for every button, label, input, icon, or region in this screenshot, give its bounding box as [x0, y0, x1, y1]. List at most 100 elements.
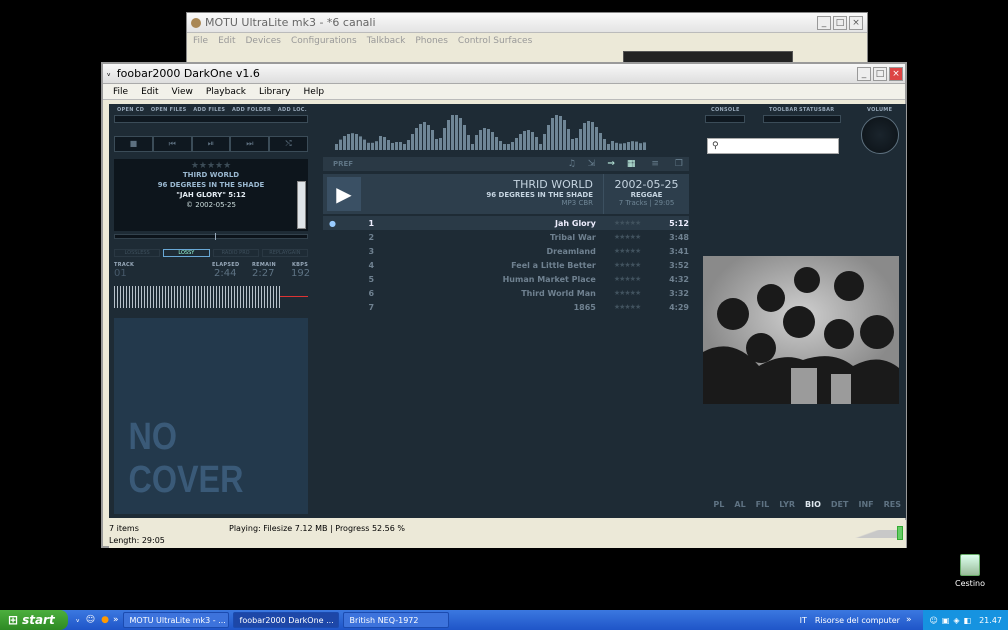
seek-handle[interactable]	[215, 233, 216, 240]
close-button[interactable]: ×	[849, 15, 863, 30]
open-files-button[interactable]: OPEN FILES	[151, 107, 187, 113]
nav-al[interactable]: AL	[734, 500, 745, 509]
track-rating[interactable]: ★★★★★	[614, 247, 652, 255]
rating-stars[interactable]: ★★★★★	[114, 161, 308, 171]
maximize-button[interactable]: □	[873, 66, 887, 81]
quicklaunch-more-icon[interactable]: »	[113, 615, 119, 625]
previous-button[interactable]: ⏮	[152, 136, 192, 152]
task-motu[interactable]: MOTU UltraLite mk3 - ...	[122, 612, 229, 628]
window-icon[interactable]: ❐	[675, 159, 683, 169]
nav-pl[interactable]: PL	[713, 500, 724, 509]
list-icon[interactable]: ≡	[651, 159, 659, 169]
nav-fil[interactable]: FIL	[756, 500, 770, 509]
nav-res[interactable]: RES	[884, 500, 901, 509]
add-location-button[interactable]: ADD LOC.	[278, 107, 307, 113]
add-folder-button[interactable]: ADD FOLDER	[232, 107, 271, 113]
tray-security-icon[interactable]: ◈	[953, 616, 959, 625]
minimize-button[interactable]: _	[817, 15, 831, 30]
motu-menu-talkback[interactable]: Talkback	[367, 36, 406, 46]
pref-button[interactable]: PREF	[333, 160, 353, 168]
now-playing-indicator-icon: ●	[329, 218, 336, 228]
track-rating[interactable]: ★★★★★	[614, 289, 652, 297]
search-input[interactable]: ⚲	[707, 138, 839, 154]
track-row[interactable]: 4 Feel a Little Better ★★★★★ 3:52	[323, 258, 689, 272]
track-row[interactable]: 7 1865 ★★★★★ 4:29	[323, 300, 689, 314]
motu-menu-edit[interactable]: Edit	[218, 36, 235, 46]
motu-menu-phones[interactable]: Phones	[415, 36, 448, 46]
console-bar[interactable]	[705, 115, 745, 123]
tray-alien-icon[interactable]: ☺	[929, 616, 937, 625]
seek-bar[interactable]	[114, 233, 308, 240]
arrow-right-icon[interactable]: ⇒	[607, 159, 615, 169]
toolbar-button[interactable]: TOOLBAR	[769, 107, 798, 113]
console-button[interactable]: CONSOLE	[711, 107, 740, 113]
play-album-button[interactable]: ▶	[327, 177, 361, 211]
track-length: 5:12	[669, 218, 689, 228]
volume-slider[interactable]	[841, 530, 897, 538]
track-row[interactable]: 5 Human Market Place ★★★★★ 4:32	[323, 272, 689, 286]
start-button[interactable]: ⊞ start	[0, 610, 68, 630]
tab-lossy[interactable]: LOSSY	[163, 249, 210, 257]
music-icon[interactable]: ♫	[568, 159, 576, 169]
track-row[interactable]: 3 Dreamland ★★★★★ 3:41	[323, 244, 689, 258]
track-row[interactable]: 6 Third World Man ★★★★★ 3:32	[323, 286, 689, 300]
quicklaunch-alien-icon[interactable]: ☺	[86, 615, 95, 625]
motu-titlebar[interactable]: MOTU UltraLite mk3 - *6 canali _ □ ×	[187, 13, 867, 33]
tab-lossless[interactable]: LOSSLESS	[114, 249, 161, 257]
minimize-button[interactable]: _	[857, 66, 871, 81]
play-pause-button[interactable]: ⏯	[191, 136, 231, 152]
random-button[interactable]: ⤭	[269, 136, 308, 152]
nav-det[interactable]: DET	[831, 500, 849, 509]
track-rating[interactable]: ★★★★★	[614, 303, 652, 311]
menu-playback[interactable]: Playback	[206, 87, 246, 97]
maximize-button[interactable]: □	[833, 15, 847, 30]
motu-menu-file[interactable]: File	[193, 36, 208, 46]
foobar-window[interactable]: ᵥ foobar2000 DarkOne v1.6 _ □ × File Edi…	[101, 62, 907, 548]
task-foobar[interactable]: foobar2000 DarkOne ...	[232, 612, 339, 628]
export-icon[interactable]: ⇲	[588, 159, 596, 169]
open-cd-button[interactable]: OPEN CD	[117, 107, 144, 113]
menu-library[interactable]: Library	[259, 87, 290, 97]
tray-network-icon[interactable]: ▣	[942, 616, 950, 625]
motu-menu-control-surfaces[interactable]: Control Surfaces	[458, 36, 532, 46]
np-album: 96 DEGREES IN THE SHADE	[157, 181, 265, 189]
nav-inf[interactable]: INF	[858, 500, 873, 509]
motu-menu-devices[interactable]: Devices	[246, 36, 281, 46]
tab-replaygain[interactable]: REPLAYGAIN	[261, 249, 308, 257]
language-indicator[interactable]: IT	[800, 616, 807, 625]
tab-radio-pro[interactable]: RADIO PRO	[212, 249, 259, 257]
close-button[interactable]: ×	[889, 66, 903, 81]
track-rating[interactable]: ★★★★★	[614, 275, 652, 283]
motu-menu-configurations[interactable]: Configurations	[291, 36, 357, 46]
nav-lyr[interactable]: LYR	[779, 500, 795, 509]
grid-icon[interactable]: ▦	[627, 159, 636, 169]
track-rating[interactable]: ★★★★★	[614, 219, 652, 227]
menu-help[interactable]: Help	[304, 87, 325, 97]
quicklaunch-firefox-icon[interactable]: ●	[101, 615, 109, 625]
recycle-bin[interactable]: Cestino	[952, 554, 988, 588]
next-button[interactable]: ⏭	[230, 136, 270, 152]
toolbar-bar[interactable]	[763, 115, 841, 123]
toolbar-chevron-icon[interactable]: »	[906, 615, 912, 625]
track-rating[interactable]: ★★★★★	[614, 233, 652, 241]
stop-button[interactable]: ■	[114, 136, 153, 152]
menu-edit[interactable]: Edit	[141, 87, 158, 97]
menu-file[interactable]: File	[113, 87, 128, 97]
np-scrollbar[interactable]	[297, 181, 306, 229]
add-files-button[interactable]: ADD FILES	[193, 107, 225, 113]
my-computer-toolbar[interactable]: Risorse del computer	[815, 616, 900, 625]
nav-bio[interactable]: BIO	[805, 500, 821, 509]
spectrum-bar	[403, 144, 406, 150]
track-row[interactable]: ● 1 Jah Glory ★★★★★ 5:12	[323, 216, 689, 230]
tray-volume-icon[interactable]: ◧	[964, 616, 972, 625]
menu-view[interactable]: View	[172, 87, 193, 97]
quicklaunch-foobar-icon[interactable]: ᵥ	[76, 615, 80, 625]
volume-knob[interactable]	[861, 116, 899, 154]
track-rating[interactable]: ★★★★★	[614, 261, 652, 269]
foobar-titlebar[interactable]: ᵥ foobar2000 DarkOne v1.6 _ □ ×	[103, 64, 905, 84]
task-british-neq[interactable]: British NEQ-1972	[342, 612, 449, 628]
statusbar-button[interactable]: STATUSBAR	[799, 107, 834, 113]
volume-slider-handle[interactable]	[897, 526, 903, 540]
motu-window[interactable]: MOTU UltraLite mk3 - *6 canali _ □ × Fil…	[186, 12, 868, 66]
track-row[interactable]: 2 Tribal War ★★★★★ 3:48	[323, 230, 689, 244]
